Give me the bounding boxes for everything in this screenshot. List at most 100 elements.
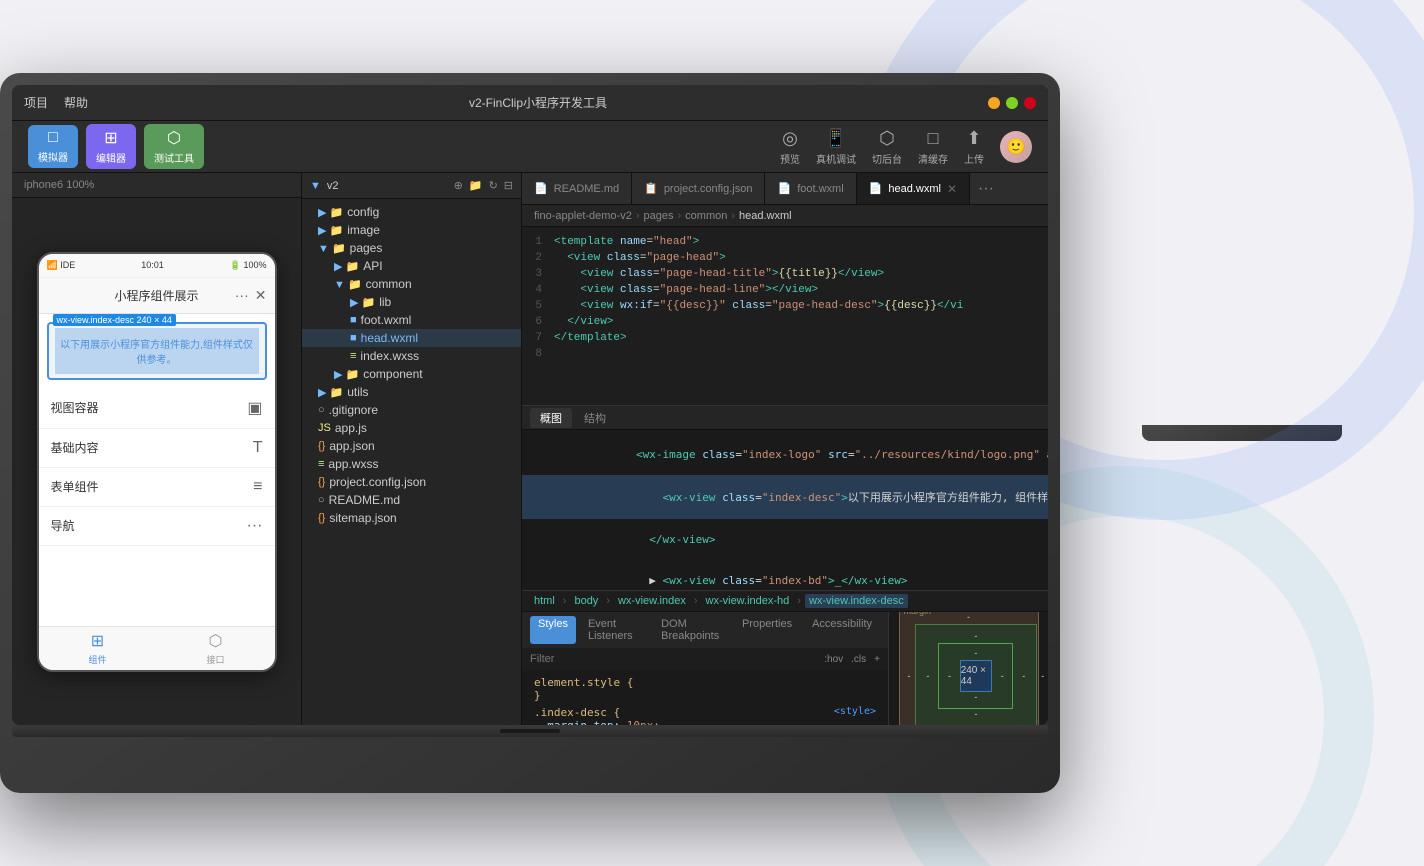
css-link-style[interactable]: <style> xyxy=(834,706,876,717)
list-item[interactable]: 基础内容 T xyxy=(39,429,275,468)
tree-item-config[interactable]: ▶ 📁 config xyxy=(302,203,521,221)
main-area: iphone6 100% 📶 IDE 10:01 🔋 100% xyxy=(12,173,1048,725)
tree-item-index-wxss[interactable]: ≡ index.wxss xyxy=(302,347,521,365)
tree-item-common[interactable]: ▼ 📁 common xyxy=(302,275,521,293)
tree-item-gitignore[interactable]: ○ .gitignore xyxy=(302,401,521,419)
tab-foot-wxml[interactable]: 📄 foot.wxml xyxy=(765,173,856,204)
code-content: 1 <template name="head"> 2 <view class="… xyxy=(522,227,1048,371)
toolbar: □ 模拟器 ⊞ 编辑器 ⬡ 测试工具 ◎ 预览 xyxy=(12,121,1048,173)
maximize-button[interactable] xyxy=(1006,97,1018,109)
avatar[interactable]: 🙂 xyxy=(1000,131,1032,163)
menu-item-project[interactable]: 项目 xyxy=(24,94,48,111)
editor-button[interactable]: ⊞ 编辑器 xyxy=(86,124,136,169)
simulator-button[interactable]: □ 模拟器 xyxy=(28,125,78,168)
styles-tab-event-listeners[interactable]: Event Listeners xyxy=(580,616,649,644)
element-highlight: wx-view.index-desc 240 × 44 以下用展示小程序官方组件… xyxy=(47,322,267,380)
close-button[interactable] xyxy=(1024,97,1036,109)
selector-wx-view-index[interactable]: wx-view.index xyxy=(614,594,690,608)
code-area[interactable]: 1 <template name="head"> 2 <view class="… xyxy=(522,227,1048,405)
list-item[interactable]: 表单组件 ≡ xyxy=(39,468,275,507)
filter-input[interactable] xyxy=(530,653,816,665)
tree-item-image[interactable]: ▶ 📁 image xyxy=(302,221,521,239)
test-button[interactable]: ⬡ 测试工具 xyxy=(144,124,204,169)
json-file-icon: {} xyxy=(318,512,325,524)
preview-action[interactable]: ◎ 预览 xyxy=(780,128,800,166)
phone-nav-components[interactable]: ⊞ 组件 xyxy=(88,631,106,666)
tree-item-component[interactable]: ▶ 📁 component xyxy=(302,365,521,383)
selector-html[interactable]: html xyxy=(530,594,559,608)
phone-carrier: 📶 IDE xyxy=(47,260,76,271)
box-margin-left: - xyxy=(908,671,911,681)
box-row: - - - - xyxy=(908,624,1030,725)
txt-file-icon: ○ xyxy=(318,404,325,416)
clear-cache-action[interactable]: □ 清缓存 xyxy=(918,128,948,166)
devtools-tab-console[interactable]: 结构 xyxy=(574,408,616,428)
list-item-icon: ≡ xyxy=(253,478,262,496)
xml-file-icon: ■ xyxy=(350,314,357,326)
tab-more-button[interactable]: ··· xyxy=(970,180,1002,198)
tab-project-config[interactable]: 📋 project.config.json xyxy=(632,173,765,204)
file-tree-folder-icon[interactable]: 📁 xyxy=(469,179,483,192)
box-margin: margin - - - - xyxy=(899,612,1039,725)
tree-item-utils[interactable]: ▶ 📁 utils xyxy=(302,383,521,401)
tree-item-app-json[interactable]: {} app.json xyxy=(302,437,521,455)
box-border-top: - xyxy=(922,631,1031,641)
tree-item-app-js[interactable]: JS app.js xyxy=(302,419,521,437)
cut-log-action[interactable]: ⬡ 切后台 xyxy=(872,128,902,166)
app-window: 项目 帮助 v2-FinClip小程序开发工具 □ 模拟器 xyxy=(12,85,1048,725)
phone-debug-action[interactable]: 📱 真机调试 xyxy=(816,128,856,166)
tree-item-foot-wxml[interactable]: ■ foot.wxml xyxy=(302,311,521,329)
phone-status-bar: 📶 IDE 10:01 🔋 100% xyxy=(39,254,275,278)
tree-item-label: API xyxy=(363,259,382,273)
devtools-tab-elements[interactable]: 概图 xyxy=(530,408,572,428)
file-tree-collapse-icon[interactable]: ⊟ xyxy=(504,179,513,192)
tree-item-sitemap[interactable]: {} sitemap.json xyxy=(302,509,521,527)
selector-wx-view-index-desc[interactable]: wx-view.index-desc xyxy=(805,594,908,608)
tab-readme[interactable]: 📄 README.md xyxy=(522,173,632,204)
tree-item-api[interactable]: ▶ 📁 API xyxy=(302,257,521,275)
menu-item-help[interactable]: 帮助 xyxy=(64,94,88,111)
upload-action[interactable]: ⬆ 上传 xyxy=(964,128,984,166)
minimize-button[interactable] xyxy=(988,97,1000,109)
tree-item-readme[interactable]: ○ README.md xyxy=(302,491,521,509)
styles-tab-accessibility[interactable]: Accessibility xyxy=(804,616,880,644)
breadcrumb-sep: › xyxy=(731,210,735,222)
tree-item-lib[interactable]: ▶ 📁 lib xyxy=(302,293,521,311)
selector-wx-view-index-hd[interactable]: wx-view.index-hd xyxy=(702,594,794,608)
tab-head-label: head.wxml xyxy=(888,183,941,195)
tab-close-icon[interactable]: ✕ xyxy=(947,182,957,196)
more-icon[interactable]: ··· xyxy=(235,287,249,304)
laptop-base xyxy=(12,725,1048,737)
box-content: 240 × 44 xyxy=(960,660,992,692)
css-rule-index-desc: .index-desc { <style> margin-top: 10px; … xyxy=(526,704,884,725)
close-icon[interactable]: ✕ xyxy=(255,287,267,304)
styles-tab-styles[interactable]: Styles xyxy=(530,616,576,644)
styles-tab-properties[interactable]: Properties xyxy=(734,616,800,644)
breadcrumb-current: head.wxml xyxy=(739,210,792,222)
list-item-icon: T xyxy=(253,439,263,457)
devtools-dom: <wx-image class="index-logo" src="../res… xyxy=(522,430,1048,590)
breadcrumb-pages: pages xyxy=(644,210,674,222)
list-item[interactable]: 视图容器 ▣ xyxy=(39,388,275,429)
phone-nav-api[interactable]: ⬡ 接口 xyxy=(206,631,224,666)
tree-item-label: app.wxss xyxy=(328,457,378,471)
tab-head-wxml[interactable]: 📄 head.wxml ✕ xyxy=(857,173,970,204)
tree-item-pages[interactable]: ▼ 📁 pages xyxy=(302,239,521,257)
styles-tab-dom-breakpoints[interactable]: DOM Breakpoints xyxy=(653,616,730,644)
tree-item-app-wxss[interactable]: ≡ app.wxss xyxy=(302,455,521,473)
file-tree-refresh-icon[interactable]: ↻ xyxy=(489,179,498,192)
code-line-2: 2 <view class="page-head"> xyxy=(522,251,1048,267)
tree-item-project-config[interactable]: {} project.config.json xyxy=(302,473,521,491)
components-nav-icon: ⊞ xyxy=(91,631,104,651)
tree-item-head-wxml[interactable]: ■ head.wxml xyxy=(302,329,521,347)
filter-hov[interactable]: :hov xyxy=(824,654,843,665)
list-item[interactable]: 导航 ··· xyxy=(39,507,275,546)
tree-item-label: pages xyxy=(350,241,383,255)
filter-plus[interactable]: + xyxy=(874,654,880,665)
tree-item-label: lib xyxy=(379,295,391,309)
breadcrumb-root: fino-applet-demo-v2 xyxy=(534,210,632,222)
tree-item-label: image xyxy=(347,223,380,237)
filter-cls[interactable]: .cls xyxy=(851,654,866,665)
selector-body[interactable]: body xyxy=(570,594,602,608)
file-tree-action-icon[interactable]: ⊕ xyxy=(454,179,463,192)
